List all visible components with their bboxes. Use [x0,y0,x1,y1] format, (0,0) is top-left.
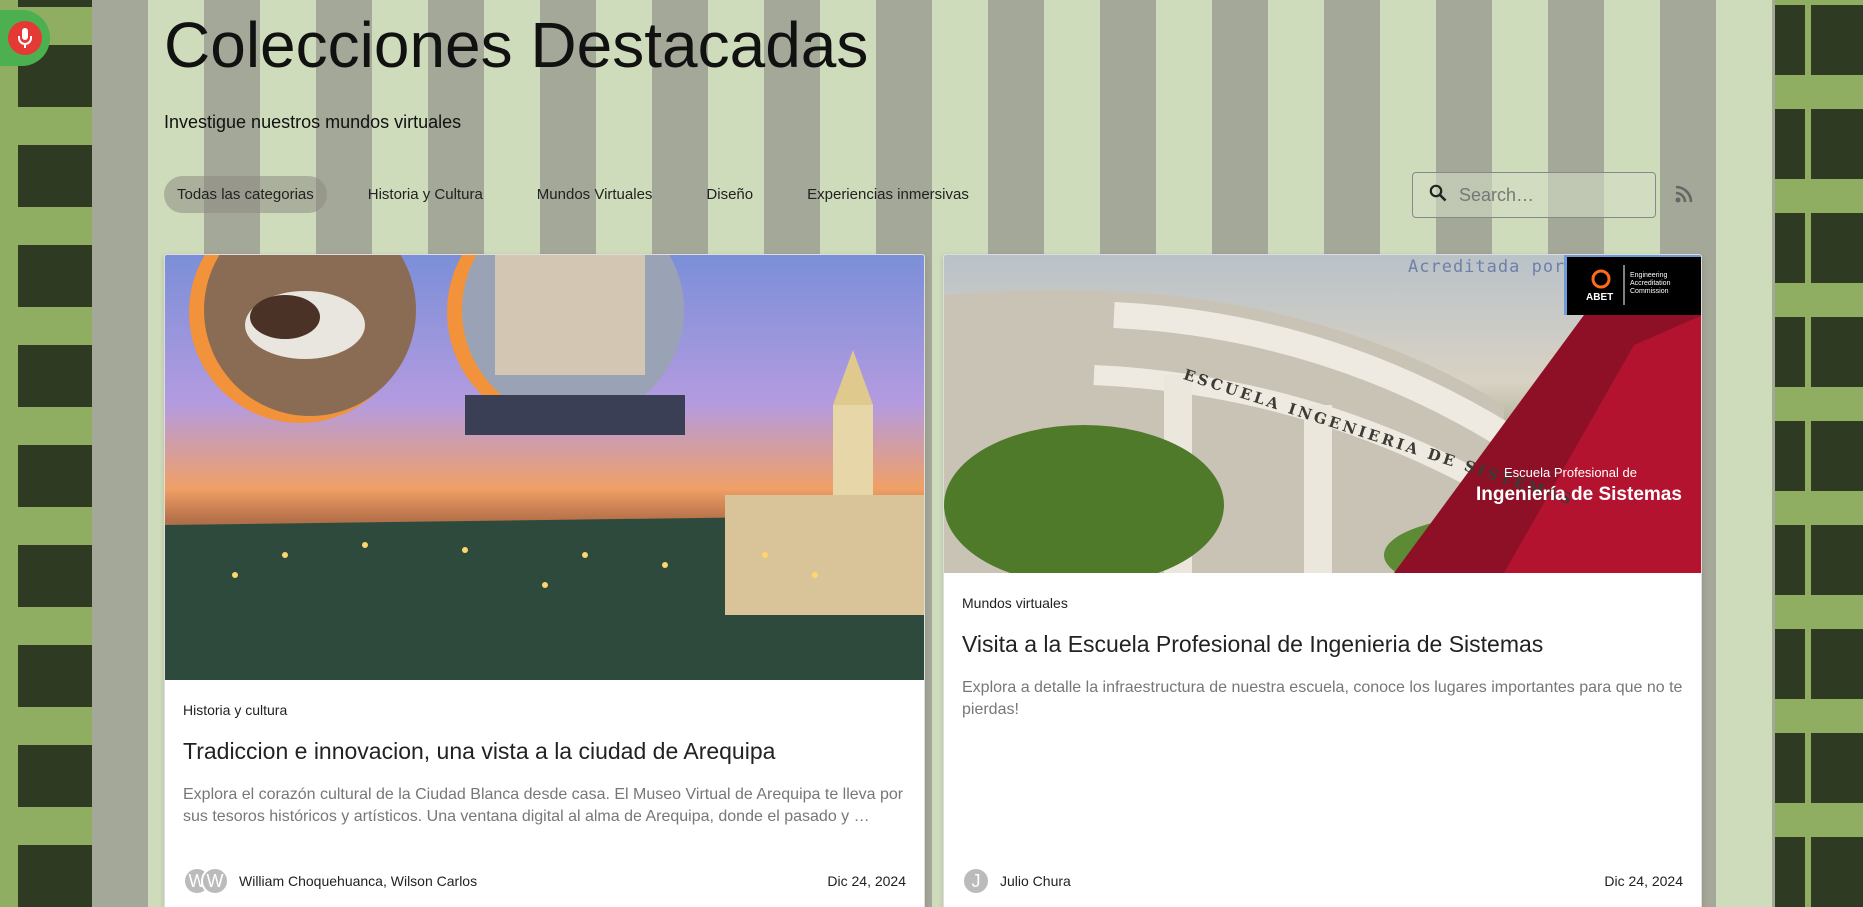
search-icon [1429,184,1447,207]
card-description: Explora a detalle la infraestructura de … [962,678,1683,718]
card-footer: J Julio Chura Dic 24, 2024 [962,867,1683,895]
accredited-text: Acreditada por [1408,257,1566,277]
abet-subtitle: Engineering Accreditation Commission [1630,272,1671,296]
abet-logo-text: ABET [1586,292,1614,303]
banner-small-text: Escuela Profesional de [1504,465,1637,480]
left-background-strip [0,0,92,907]
card-category: Mundos virtuales [962,595,1068,611]
card-image-arequipa [165,255,924,680]
filter-mundos-virtuales[interactable]: Mundos Virtuales [524,176,666,213]
card-title[interactable]: Visita a la Escuela Profesional de Ingen… [962,631,1683,659]
collection-card[interactable]: Acreditada por ABET Engineering Accredit… [943,254,1702,907]
banner-big-text: Ingeniería de Sistemas [1476,484,1682,505]
filter-historia-cultura[interactable]: Historia y Cultura [355,176,496,213]
search-box[interactable] [1412,172,1656,218]
rss-icon[interactable] [1674,184,1694,209]
page-subtitle: Investigue nuestros mundos virtuales [164,112,462,132]
card-category: Historia y cultura [183,702,288,718]
avatar: J [962,867,990,895]
avatar: W [201,867,229,895]
card-date: Dic 24, 2024 [827,873,906,889]
card-authors: William Choquehuanca, Wilson Carlos [239,873,478,889]
card-title[interactable]: Tradiccion e innovacion, una vista a la … [183,738,906,766]
filter-all-categories[interactable]: Todas las categorias [164,176,327,213]
category-filters: Todas las categorias Historia y Cultura … [164,176,1010,213]
card-footer: W W William Choquehuanca, Wilson Carlos … [183,867,906,895]
page-title: Colecciones Destacadas [164,9,869,81]
main-content: Colecciones Destacadas Investigue nuestr… [92,0,1775,907]
filter-diseno[interactable]: Diseño [693,176,766,213]
card-image-escuela: Acreditada por ABET Engineering Accredit… [944,255,1701,573]
microphone-icon [8,21,42,55]
filter-experiencias-inmersivas[interactable]: Experiencias inmersivas [794,176,982,213]
search-input[interactable] [1459,184,1639,206]
card-description: Explora el corazón cultural de la Ciudad… [183,785,904,825]
right-background-strip [1775,0,1863,907]
collection-card[interactable]: Historia y cultura Tradiccion e innovaci… [164,254,925,907]
card-authors: Julio Chura [1000,873,1071,889]
card-date: Dic 24, 2024 [1604,873,1683,889]
